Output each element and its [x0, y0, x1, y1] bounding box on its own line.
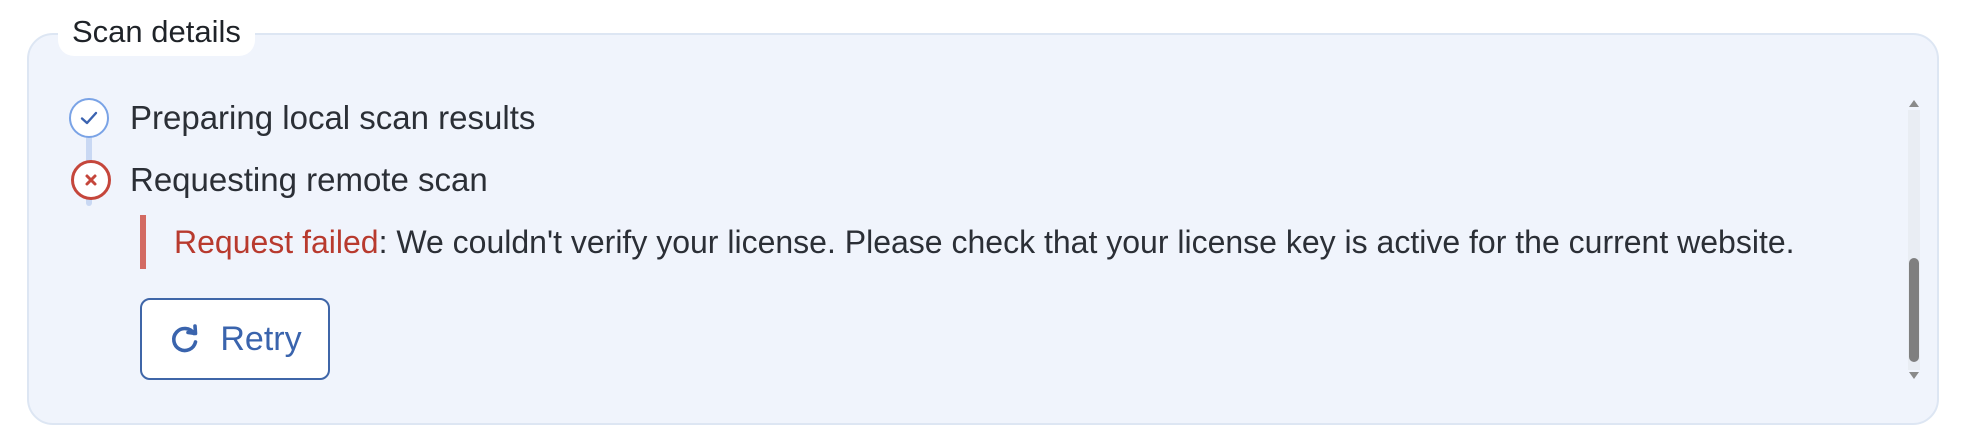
error-title: Request failed	[174, 223, 379, 260]
step-label-requesting: Requesting remote scan	[130, 161, 488, 198]
error-message: Request failed: We couldn't verify your …	[140, 215, 1795, 269]
x-circle-icon	[71, 160, 111, 200]
scroll-up-arrow-icon[interactable]	[1909, 100, 1919, 107]
scroll-thumb[interactable]	[1909, 258, 1919, 362]
error-separator: :	[378, 223, 388, 260]
step-label-preparing: Preparing local scan results	[130, 99, 536, 136]
check-circle-icon	[69, 98, 109, 138]
retry-button[interactable]: Retry	[140, 298, 330, 380]
error-text: We couldn't verify your license. Please …	[387, 223, 1795, 260]
scrollbar[interactable]	[1902, 96, 1924, 385]
refresh-icon	[168, 322, 202, 356]
retry-label: Retry	[220, 319, 302, 358]
scroll-down-arrow-icon[interactable]	[1909, 372, 1919, 379]
panel-title: Scan details	[58, 10, 255, 56]
